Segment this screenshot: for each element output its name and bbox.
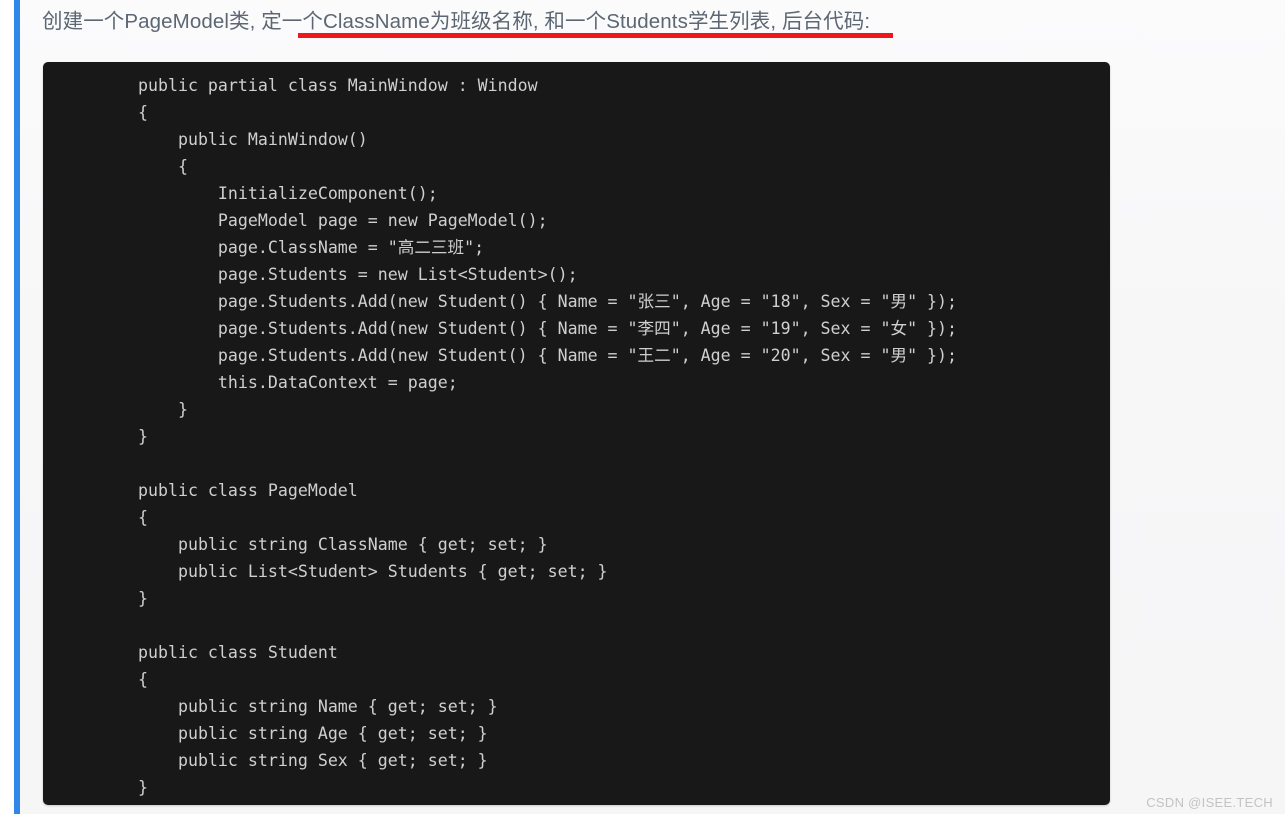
red-underline-annotation [298, 33, 893, 38]
code-scroll-area[interactable]: public partial class MainWindow : Window… [43, 62, 1110, 805]
blue-accent-rail [14, 0, 20, 814]
csdn-watermark: CSDN @ISEE.TECH [1146, 795, 1273, 810]
intro-text-underlined: 定一个ClassName为班级名称, 和一个Students学生列表 [261, 10, 771, 33]
intro-text-before: 创建一个PageModel类, [42, 10, 262, 33]
code-block[interactable]: public partial class MainWindow : Window… [43, 62, 1110, 805]
article-page: 创建一个PageModel类, 定一个ClassName为班级名称, 和一个St… [0, 0, 1285, 814]
intro-text-after: , 后台代码: [770, 10, 871, 33]
code-content: public partial class MainWindow : Window… [138, 76, 958, 797]
